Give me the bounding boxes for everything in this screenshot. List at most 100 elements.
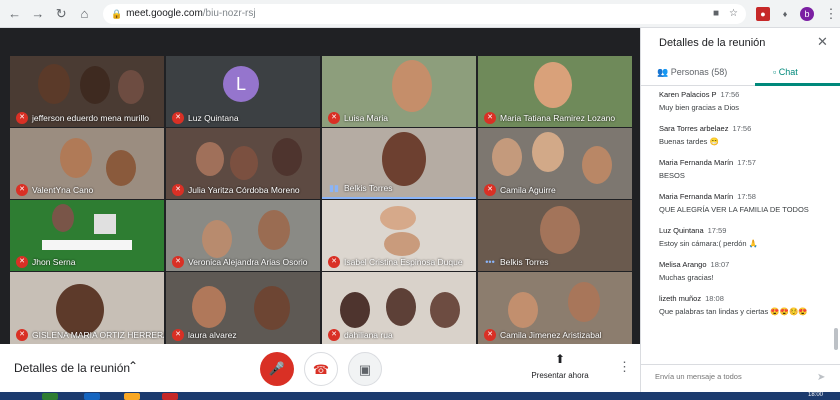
- participant-tile[interactable]: ✕ Isabel Cristina Espinosa Duque: [322, 200, 476, 271]
- mic-off-icon: 🎤: [268, 361, 286, 376]
- chat-author: lizeth muñoz: [659, 294, 702, 303]
- tab-chat[interactable]: ▫ Chat: [773, 67, 798, 77]
- audio-activity-icon: •••: [485, 257, 495, 267]
- participant-tile[interactable]: ✕ Maria Tatiana Ramirez Lozano: [478, 56, 632, 127]
- participant-name: Belkis Torres: [344, 183, 393, 193]
- chat-input[interactable]: [655, 372, 805, 381]
- chat-time: 17:59: [707, 226, 727, 235]
- participant-tile[interactable]: ✕ dahiliana rua: [322, 272, 476, 344]
- chat-messages: Karen Palacios P 17:56 Muy bien gracias a…: [659, 90, 831, 328]
- mic-off-icon: ✕: [328, 256, 340, 268]
- tab-people-label: Personas (58): [670, 67, 728, 77]
- participant-name: Camila Jimenez Aristizabal: [500, 330, 602, 340]
- present-screen-icon: ⬆: [554, 352, 566, 366]
- mic-off-icon: ✕: [328, 329, 340, 341]
- reload-icon[interactable]: ↻: [53, 5, 70, 23]
- participant-name: Belkis Torres: [500, 257, 549, 267]
- mic-off-icon: ✕: [484, 329, 496, 341]
- avatar: L: [223, 66, 259, 102]
- extensions-puzzle-icon[interactable]: ♦: [778, 7, 792, 21]
- lock-icon: 🔒: [111, 8, 123, 19]
- chat-time: 18:08: [705, 294, 724, 303]
- mic-off-icon: ✕: [172, 329, 184, 341]
- participant-tile[interactable]: ▮▮ Belkis Torres: [322, 128, 476, 199]
- participant-tile[interactable]: ✕ Jhon Serna: [10, 200, 164, 271]
- tab-people[interactable]: 👥 Personas (58): [657, 67, 727, 78]
- participant-tile[interactable]: ✕ GISLENA MARIA ORTIZ HERRERA: [10, 272, 164, 344]
- browser-menu-icon[interactable]: ⋮: [822, 5, 840, 23]
- chat-composer: ➤: [641, 364, 840, 392]
- taskbar-app-icon[interactable]: [162, 393, 178, 400]
- participant-tile[interactable]: ✕ Veronica Alejandra Arias Osorio: [166, 200, 320, 271]
- chat-time: 18:07: [710, 260, 730, 269]
- present-now-label: Presentar ahora: [531, 371, 589, 380]
- participant-tile[interactable]: ✕ laura alvarez: [166, 272, 320, 344]
- video-grid: ✕ jefferson eduerdo mena murillo L ✕ Luz…: [0, 28, 640, 344]
- participant-tile[interactable]: ✕ Luisa Maria: [322, 56, 476, 127]
- mic-off-icon: ✕: [172, 256, 184, 268]
- mic-off-icon: ✕: [172, 184, 184, 196]
- chat-author: Sara Torres arbelaez: [659, 124, 729, 133]
- leave-call-button[interactable]: ☎: [304, 352, 338, 386]
- panel-tabs: 👥 Personas (58) ▫ Chat: [641, 60, 840, 86]
- bookmark-star-icon[interactable]: ☆: [729, 8, 738, 19]
- chat-text: BESOS: [659, 171, 685, 180]
- participant-name: laura alvarez: [188, 330, 237, 340]
- present-now-button[interactable]: ⬆ Presentar ahora: [524, 350, 596, 380]
- camera-indicator-icon[interactable]: ■: [713, 8, 719, 19]
- speaking-indicator-icon: ▮▮: [329, 183, 339, 193]
- chat-author: Maria Fernanda Marín: [659, 192, 734, 201]
- participant-tile[interactable]: ✕ ValentYna Cano: [10, 128, 164, 199]
- mic-off-icon: ✕: [484, 112, 496, 124]
- home-icon[interactable]: ⌂: [76, 5, 93, 23]
- participant-tile[interactable]: ••• Belkis Torres: [478, 200, 632, 271]
- participant-name: Veronica Alejandra Arias Osorio: [188, 257, 308, 267]
- taskbar-app-icon[interactable]: [42, 393, 58, 400]
- chat-author: Maria Fernanda Marín: [659, 158, 734, 167]
- chat-time: 17:58: [737, 192, 756, 201]
- taskbar-app-icon[interactable]: [84, 393, 100, 400]
- chat-time: 17:57: [737, 158, 756, 167]
- participant-name: Julia Yaritza Córdoba Moreno: [188, 185, 300, 195]
- mic-off-icon: ✕: [16, 256, 28, 268]
- hang-up-icon: ☎: [312, 362, 330, 377]
- more-options-icon[interactable]: ⋮: [618, 359, 631, 375]
- chat-scrollbar[interactable]: [834, 328, 838, 350]
- active-tab-indicator: [755, 83, 840, 86]
- people-icon: 👥: [657, 67, 671, 77]
- close-icon[interactable]: ✕: [817, 34, 828, 50]
- chat-text: Muy bien gracias a Dios: [659, 103, 740, 112]
- participant-name: dahiliana rua: [344, 330, 393, 340]
- participant-name: Luz Quintana: [188, 113, 239, 123]
- participant-tile[interactable]: L ✕ Luz Quintana: [166, 56, 320, 127]
- chat-text: Muchas gracias!: [659, 273, 714, 282]
- chat-text: Estoy sin cámara:( perdón 🙏: [659, 239, 758, 248]
- browser-toolbar: ← → ↻ ⌂ 🔒 meet.google.com/biu-nozr-rsj ■…: [0, 0, 840, 28]
- camera-toggle-button[interactable]: ▣: [348, 352, 382, 386]
- taskbar-app-icon[interactable]: [124, 393, 140, 400]
- participant-tile[interactable]: ✕ Julia Yaritza Córdoba Moreno: [166, 128, 320, 199]
- participant-tile[interactable]: ✕ Camila Jimenez Aristizabal: [478, 272, 632, 344]
- address-bar[interactable]: 🔒 meet.google.com/biu-nozr-rsj ■ ☆: [103, 3, 746, 24]
- meeting-controls-bar: Detalles de la reunión ⌃ 🎤 ☎ ▣ ⬆ Present…: [0, 344, 640, 392]
- meeting-details-toggle[interactable]: Detalles de la reunión: [14, 361, 130, 375]
- video-camera-icon: ▣: [358, 362, 372, 377]
- chevron-up-icon[interactable]: ⌃: [128, 359, 138, 373]
- profile-avatar[interactable]: b: [800, 6, 814, 21]
- chat-text: Buenas tardes 😁: [659, 137, 719, 146]
- participant-tile[interactable]: ✕ jefferson eduerdo mena murillo: [10, 56, 164, 127]
- panel-title: Detalles de la reunión: [659, 37, 766, 49]
- participant-tile[interactable]: ✕ Camila Aguirre: [478, 128, 632, 199]
- participant-name: Maria Tatiana Ramirez Lozano: [500, 113, 616, 123]
- meeting-details-panel: Detalles de la reunión ✕ 👥 Personas (58)…: [640, 28, 840, 392]
- chat-author: Melisa Arango: [659, 260, 707, 269]
- chat-author: Luz Quintana: [659, 226, 704, 235]
- taskbar-clock: 18:00: [808, 392, 824, 398]
- back-icon[interactable]: ←: [6, 5, 23, 23]
- chat-message: Maria Fernanda Marín 17:57 BESOS: [659, 158, 831, 180]
- mic-off-icon: ✕: [172, 112, 184, 124]
- extension-shield-icon[interactable]: ●: [756, 6, 770, 21]
- forward-icon[interactable]: →: [29, 5, 46, 23]
- mic-toggle-button[interactable]: 🎤: [260, 352, 294, 386]
- send-icon[interactable]: ➤: [817, 372, 825, 383]
